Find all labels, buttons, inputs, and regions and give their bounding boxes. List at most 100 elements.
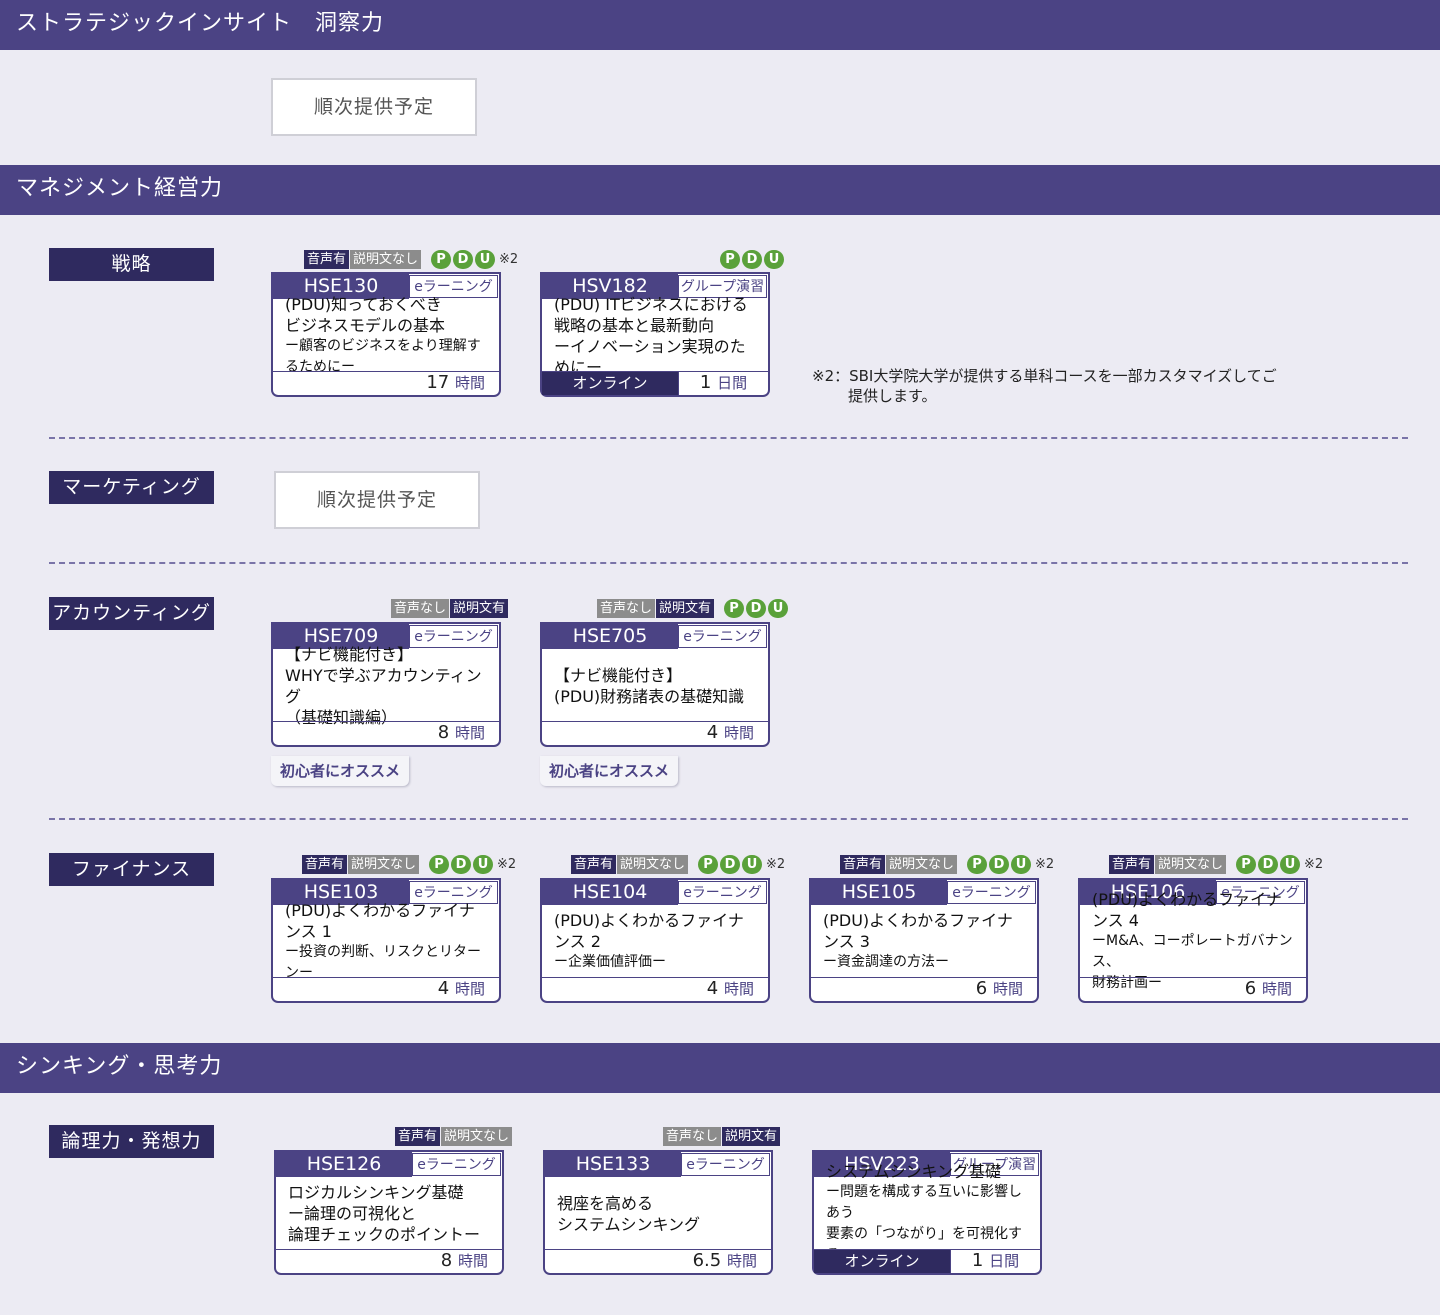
course-card-HSE106[interactable]: HSE106 eラーニング (PDU)よくわかるファイナンス 4 ーM&A、コーポレ… xyxy=(1078,878,1308,1003)
pending-box-insight: 順次提供予定 xyxy=(271,78,477,136)
course-card-HSE104[interactable]: HSE104 eラーニング (PDU)よくわかるファイナンス 2 ー企業価値評価ー … xyxy=(540,878,770,1003)
pdu-badge: PDU xyxy=(698,854,763,874)
course-card-HSE126[interactable]: HSE126 eラーニング ロジカルシンキング基礎 ー論理の可視化と 論理チェックのポ… xyxy=(274,1150,504,1275)
caption-tag: 説明文なし xyxy=(886,854,958,874)
course-title: (PDU)よくわかるファイナンス 2 ー企業価値評価ー xyxy=(554,911,744,970)
course-title: (PDU)知っておくべき ビジネスモデルの基本 ー顧客のビジネスをより理解するた… xyxy=(285,294,481,375)
course-card-HSE103[interactable]: HSE103 eラーニング (PDU)よくわかるファイナンス 1 ー投資の判断、リス… xyxy=(271,878,501,1003)
course-title: (PDU)よくわかるファイナンス 3 ー資金調達の方法ー xyxy=(823,911,1013,970)
pdu-badge: PDU xyxy=(429,854,494,874)
category-label-logic: 論理力・発想力 xyxy=(49,1125,214,1158)
note-mark: ※2 xyxy=(1035,856,1055,872)
section-header-thinking: シンキング・思考力 xyxy=(0,1043,1440,1093)
course-card-HSE105[interactable]: HSE105 eラーニング (PDU)よくわかるファイナンス 3 ー資金調達の方法ー… xyxy=(809,878,1039,1003)
course-title: (PDU) ITビジネスにおける 戦略の基本と最新動向 ーイノベーション実現のた… xyxy=(554,294,748,377)
course-code: HSE104 xyxy=(542,880,678,905)
course-code: HSE105 xyxy=(811,880,947,905)
recommend-badge: 初心者にオススメ xyxy=(540,756,678,786)
pdu-badge: PDU xyxy=(724,598,789,618)
audio-tag: 音声有 xyxy=(1109,854,1155,874)
card-tags: 音声有 説明文なし PDU ※2 xyxy=(571,854,785,874)
course-code: HSE705 xyxy=(542,624,678,649)
caption-tag: 説明文なし xyxy=(617,854,689,874)
course-duration: 6 時間 xyxy=(1244,978,1292,999)
card-tags: 音声有 説明文なし PDU ※2 xyxy=(840,854,1054,874)
recommend-badge: 初心者にオススメ xyxy=(271,756,409,786)
card-tags: 音声なし 説明文有 xyxy=(663,1126,781,1146)
pdu-badge: PDU xyxy=(720,249,784,269)
card-tags: PDU xyxy=(720,249,784,269)
delivery-mode: オンライン xyxy=(814,1250,950,1273)
course-duration: 6 時間 xyxy=(975,978,1023,999)
audio-tag: 音声有 xyxy=(304,249,350,269)
course-type: eラーニング xyxy=(678,881,767,904)
course-duration: 4 時間 xyxy=(706,722,754,743)
category-label-marketing: マーケティング xyxy=(49,471,214,504)
card-tags: 音声有 説明文なし PDU ※2 xyxy=(302,854,516,874)
section-header-management: マネジメント経営力 xyxy=(0,165,1440,215)
audio-tag: 音声有 xyxy=(302,854,348,874)
course-title: 【ナビ機能付き】 WHYで学ぶアカウンティング （基礎知識編） xyxy=(285,644,482,727)
course-duration: 17 時間 xyxy=(426,372,485,393)
note-mark: ※2 xyxy=(1304,856,1324,872)
divider xyxy=(49,818,1408,820)
category-label-strategy: 戦略 xyxy=(49,248,214,281)
caption-tag: 説明文なし xyxy=(441,1126,513,1146)
course-duration: 8 時間 xyxy=(440,1250,488,1271)
divider xyxy=(49,562,1408,564)
caption-tag: 説明文有 xyxy=(656,598,715,618)
caption-tag: 説明文有 xyxy=(450,598,509,618)
course-duration: 4 時間 xyxy=(706,978,754,999)
course-title: 視座を高める システムシンキング xyxy=(557,1193,701,1234)
course-card-HSV223[interactable]: HSV223 グループ演習 システムシンキング基礎 ー問題を構成する互いに影響しあう… xyxy=(812,1150,1042,1275)
audio-tag: 音声有 xyxy=(840,854,886,874)
audio-tag: 音声なし xyxy=(663,1126,722,1146)
footnote: ※2：SBI大学院大学が提供する単科コースを一部カスタマイズしてご 提供します。 xyxy=(812,367,1277,405)
caption-tag: 説明文有 xyxy=(722,1126,781,1146)
course-card-HSE709[interactable]: HSE709 eラーニング 【ナビ機能付き】 WHYで学ぶアカウンティング （基… xyxy=(271,622,501,747)
course-title: (PDU)よくわかるファイナンス 1 ー投資の判断、リスクとリターンー xyxy=(285,900,481,981)
course-card-HSV182[interactable]: HSV182 グループ演習 (PDU) ITビジネスにおける 戦略の基本と最新動… xyxy=(540,272,770,397)
course-title: ロジカルシンキング基礎 ー論理の可視化と 論理チェックのポイントー xyxy=(288,1183,481,1244)
caption-tag: 説明文なし xyxy=(1155,854,1227,874)
course-duration: 4 時間 xyxy=(437,978,485,999)
audio-tag: 音声有 xyxy=(395,1126,441,1146)
course-duration: 1 日間 xyxy=(950,1250,1040,1273)
audio-tag: 音声なし xyxy=(597,598,656,618)
course-title: (PDU)よくわかるファイナンス 4 ーM&A、コーポレートガバナンス、 財務計画ー xyxy=(1092,890,1293,991)
audio-tag: 音声なし xyxy=(391,598,450,618)
pdu-badge: PDU xyxy=(1236,854,1301,874)
card-tags: 音声有 説明文なし PDU ※2 xyxy=(1109,854,1323,874)
course-duration: 1 日間 xyxy=(678,372,768,395)
caption-tag: 説明文なし xyxy=(350,249,422,269)
card-tags: 音声有 説明文なし PDU ※2 xyxy=(304,249,518,269)
course-code: HSE133 xyxy=(545,1152,681,1177)
pending-box-marketing: 順次提供予定 xyxy=(274,471,480,529)
course-card-HSE130[interactable]: HSE130 eラーニング (PDU)知っておくべき ビジネスモデルの基本 ー顧… xyxy=(271,272,501,397)
audio-tag: 音声有 xyxy=(571,854,617,874)
category-label-accounting: アカウンティング xyxy=(49,597,214,630)
course-duration: 6.5 時間 xyxy=(692,1250,757,1271)
course-card-HSE133[interactable]: HSE133 eラーニング 視座を高める システムシンキング 6.5 時間 xyxy=(543,1150,773,1275)
caption-tag: 説明文なし xyxy=(348,854,420,874)
delivery-mode: オンライン xyxy=(542,372,678,395)
card-tags: 音声なし 説明文有 xyxy=(391,598,509,618)
course-type: eラーニング xyxy=(412,1153,501,1176)
course-type: eラーニング xyxy=(947,881,1036,904)
course-type: eラーニング xyxy=(681,1153,770,1176)
course-card-HSE705[interactable]: HSE705 eラーニング 【ナビ機能付き】 (PDU)財務諸表の基礎知識 4 … xyxy=(540,622,770,747)
course-type: eラーニング xyxy=(678,625,767,648)
note-mark: ※2 xyxy=(766,856,786,872)
note-mark: ※2 xyxy=(499,251,519,267)
category-label-finance: ファイナンス xyxy=(49,853,214,886)
course-title: システムシンキング基礎 ー問題を構成する互いに影響しあう 要素の「つながり」を可視化… xyxy=(826,1162,1022,1263)
pdu-badge: PDU xyxy=(431,249,496,269)
divider xyxy=(49,437,1408,439)
note-mark: ※2 xyxy=(497,856,517,872)
pdu-badge: PDU xyxy=(967,854,1032,874)
card-tags: 音声有 説明文なし xyxy=(395,1126,513,1146)
course-title: 【ナビ機能付き】 (PDU)財務諸表の基礎知識 xyxy=(554,665,745,706)
section-header-insight: ストラテジックインサイト 洞察力 xyxy=(0,0,1440,50)
card-tags: 音声なし 説明文有 PDU xyxy=(597,598,789,618)
course-duration: 8 時間 xyxy=(437,722,485,743)
